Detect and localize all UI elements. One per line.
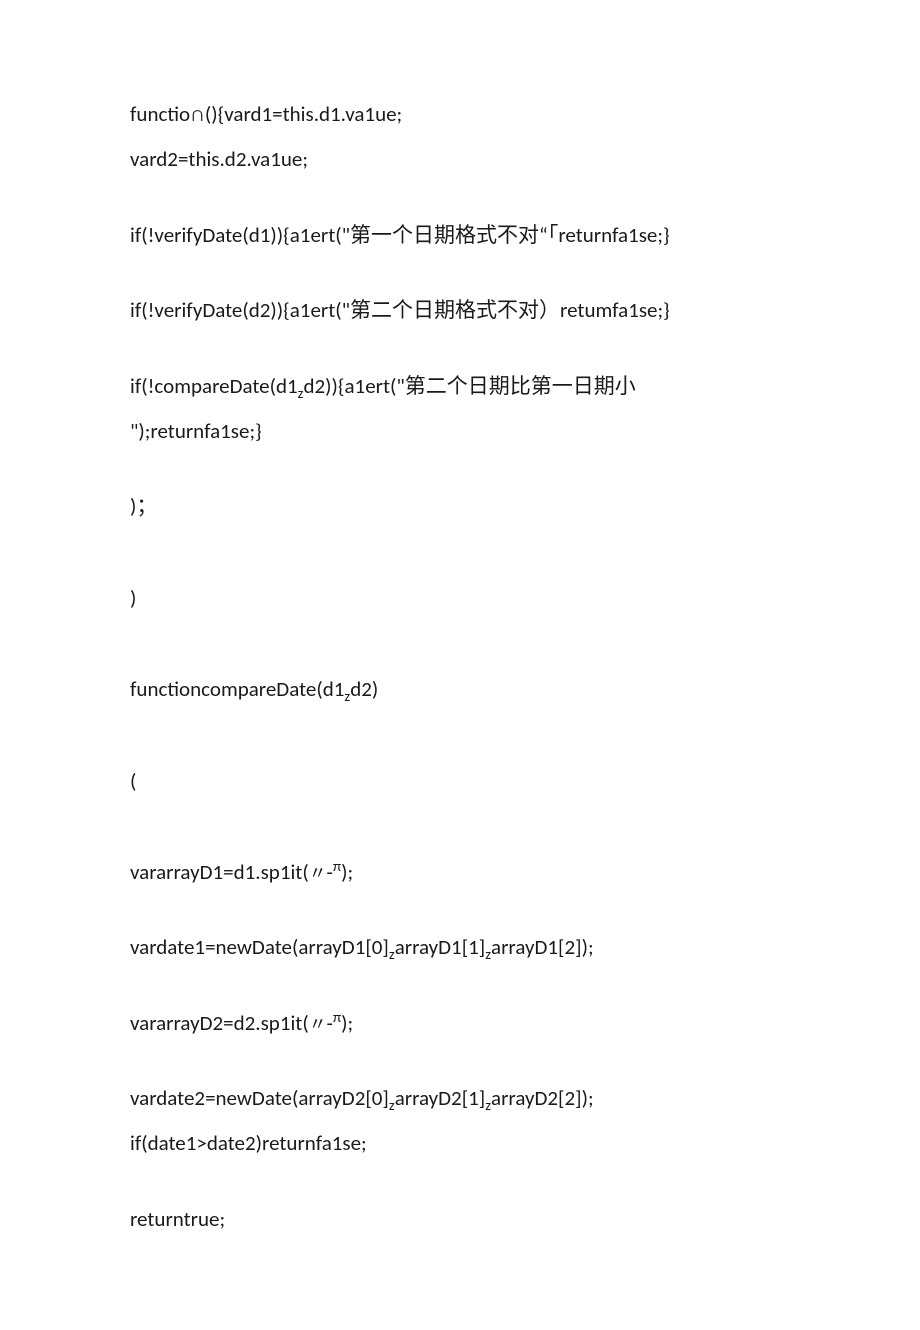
code-line: if(!verifyDate(d1)){a1ert("第一个日期格式不对“「re… <box>130 221 790 250</box>
code-line: functio∩(){vard1=this.d1.va1ue; <box>130 100 790 129</box>
superscript-char: π <box>333 1008 341 1026</box>
code-text: arrayD2[2]); <box>491 1085 594 1111</box>
document-page: functio∩(){vard1=this.d1.va1ue; vard2=th… <box>0 0 920 1330</box>
code-line: functioncompareDate(d1zd2) <box>130 675 790 704</box>
superscript-char: π <box>333 857 341 875</box>
code-text: vardate1=newDate(arrayD1[0] <box>130 934 389 960</box>
quote-char: 〃 <box>309 1013 327 1035</box>
code-text: ); <box>341 859 353 885</box>
code-line: if(!verifyDate(d2)){a1ert("第二个日期格式不对）ret… <box>130 296 790 325</box>
code-text: arrayD1[2]); <box>491 934 594 960</box>
code-line: if(!compareDate(d1zd2)){a1ert("第二个日期比第一日… <box>130 372 790 401</box>
code-line: )； <box>130 492 790 521</box>
code-text: d2)){a1ert("第二个日期比第一日期小 <box>303 373 635 399</box>
code-text: vardate2=newDate(arrayD2[0] <box>130 1085 389 1111</box>
code-line: vararrayD1=d1.sp1it(〃-π); <box>130 858 790 887</box>
code-line: vard2=this.d2.va1ue; <box>130 145 790 174</box>
code-line: if(date1>date2)returnfa1se; <box>130 1129 790 1158</box>
code-line: ( <box>130 767 790 796</box>
quote-char: 〃 <box>309 862 327 884</box>
code-text: vararrayD1=d1.sp1it( <box>130 859 309 885</box>
code-text: arrayD2[1] <box>395 1085 486 1111</box>
code-line: vardate1=newDate(arrayD1[0]zarrayD1[1]za… <box>130 933 790 962</box>
code-line: vararrayD2=d2.sp1it(〃-π); <box>130 1009 790 1038</box>
code-line: ");returnfa1se;} <box>130 417 790 446</box>
code-text: d2) <box>350 676 378 702</box>
code-line: ) <box>130 584 790 613</box>
code-text: if(!compareDate(d1 <box>130 373 298 399</box>
code-text: ); <box>341 1010 353 1036</box>
code-text: functioncompareDate(d1 <box>130 676 344 702</box>
code-text: vararrayD2=d2.sp1it( <box>130 1010 309 1036</box>
code-line: vardate2=newDate(arrayD2[0]zarrayD2[1]za… <box>130 1084 790 1113</box>
code-line: returntrue; <box>130 1205 790 1234</box>
code-text: arrayD1[1] <box>395 934 486 960</box>
